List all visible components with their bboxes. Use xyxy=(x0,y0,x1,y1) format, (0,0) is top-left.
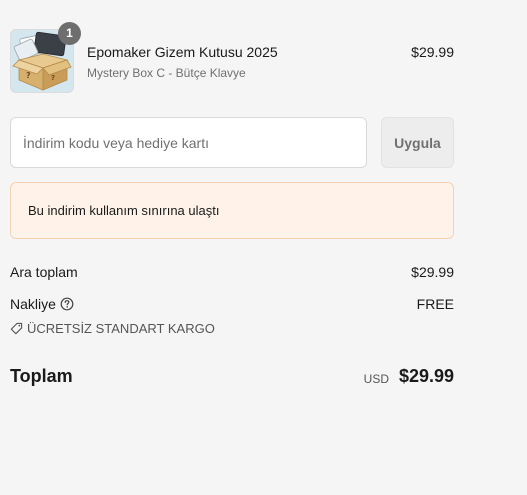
shipping-method: ÜCRETSİZ STANDART KARGO xyxy=(10,321,215,336)
svg-text:?: ? xyxy=(26,71,31,80)
total-value: $29.99 xyxy=(398,366,454,386)
subtotal-label: Ara toplam xyxy=(10,264,78,280)
product-price: $29.99 xyxy=(411,44,454,60)
total-label: Toplam xyxy=(10,366,73,386)
svg-text:?: ? xyxy=(51,74,55,82)
shipping-method-label: ÜCRETSİZ STANDART KARGO xyxy=(27,321,215,336)
product-name: Epomaker Gizem Kutusu 2025 xyxy=(87,44,278,60)
product-variant: Mystery Box C - Bütçe Klavye xyxy=(87,66,246,80)
tag-icon xyxy=(10,322,23,335)
subtotal-value: $29.99 xyxy=(411,264,454,280)
order-summary: ? ? 1 Epomaker Gizem Kutusu 2025 Mystery… xyxy=(0,0,527,495)
shipping-label: Nakliye xyxy=(10,296,56,312)
total-currency: USD xyxy=(363,372,389,386)
discount-warning-notice: Bu indirim kullanım sınırına ulaştı xyxy=(10,182,454,239)
discount-code-input[interactable] xyxy=(10,117,367,168)
shipping-value: FREE xyxy=(416,296,454,312)
shipping-row: Nakliye xyxy=(10,296,74,314)
apply-discount-button[interactable]: Uygula xyxy=(381,117,454,168)
question-circle-icon[interactable] xyxy=(60,297,74,314)
quantity-badge: 1 xyxy=(58,22,81,45)
